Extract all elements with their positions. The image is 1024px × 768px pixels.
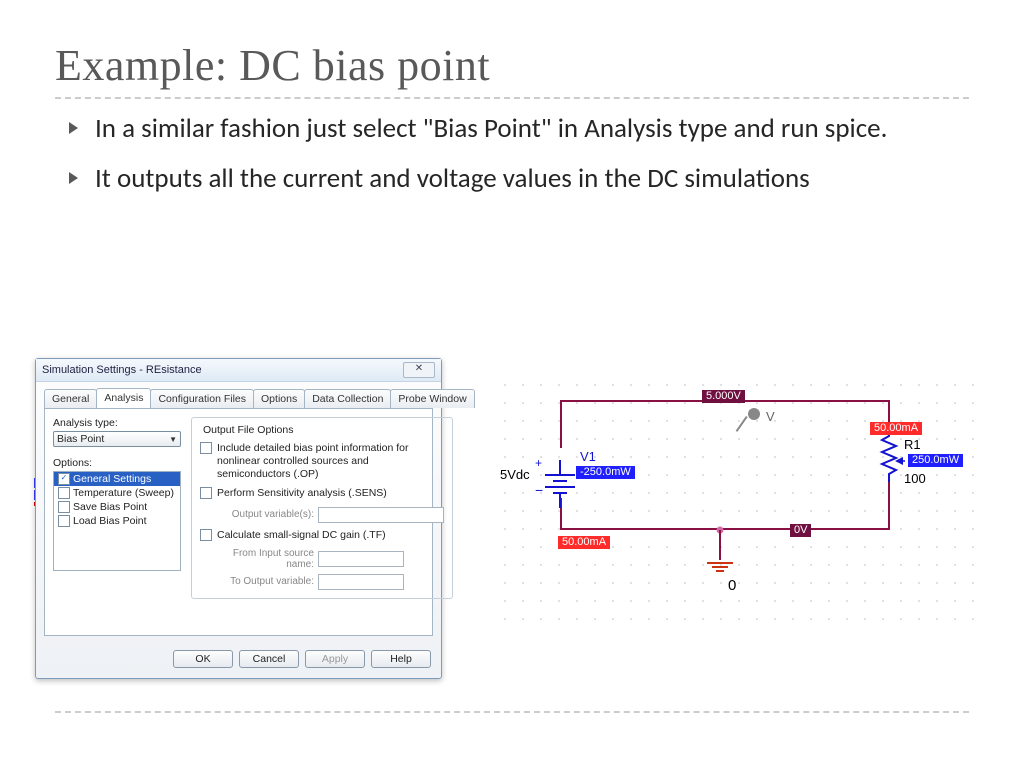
- dialog-titlebar[interactable]: Simulation Settings - REsistance ✕: [36, 359, 441, 382]
- help-button[interactable]: Help: [371, 650, 431, 668]
- options-item-label: Save Bias Point: [73, 501, 147, 513]
- marker-current-top: 50.00mA: [870, 422, 922, 435]
- source-value: 5Vdc: [500, 468, 530, 481]
- options-item-temperature[interactable]: Temperature (Sweep): [54, 486, 180, 500]
- resistor-value: 100: [904, 472, 926, 485]
- ground-label: 0: [728, 578, 736, 593]
- sens-output-label: Output variable(s):: [216, 509, 314, 520]
- tf-to-label: To Output variable:: [216, 576, 314, 587]
- divider-top: [55, 97, 969, 99]
- ground: [707, 530, 733, 572]
- sens-output-input[interactable]: [318, 507, 444, 523]
- output-file-options-group: Output File Options Include detailed bia…: [191, 417, 453, 599]
- simulation-settings-dialog: Simulation Settings - REsistance ✕ Gener…: [35, 358, 442, 679]
- options-item-save-bias[interactable]: Save Bias Point: [54, 500, 180, 514]
- checkbox-icon[interactable]: [58, 515, 70, 527]
- resistor-name: R1: [904, 438, 921, 451]
- minus-icon: −: [535, 482, 543, 498]
- tab-general[interactable]: General: [44, 389, 97, 408]
- divider-bottom: [55, 711, 969, 713]
- options-item-label: Load Bias Point: [73, 515, 147, 527]
- close-button[interactable]: ✕: [403, 362, 435, 378]
- bullet-list: In a similar fashion just select "Bias P…: [69, 111, 969, 198]
- tf-from-label: From Input source name:: [216, 548, 314, 570]
- option-tf-label: Calculate small-signal DC gain (.TF): [217, 529, 444, 542]
- options-item-load-bias[interactable]: Load Bias Point: [54, 514, 180, 528]
- marker-power-source: -250.0mW: [576, 466, 635, 479]
- dialog-buttons: OK Cancel Apply Help: [36, 644, 441, 678]
- plus-icon: +: [535, 456, 542, 470]
- option-op-label: Include detailed bias point information …: [217, 442, 444, 481]
- checkbox-icon[interactable]: [58, 501, 70, 513]
- tf-from-input[interactable]: [318, 551, 404, 567]
- cancel-button[interactable]: Cancel: [239, 650, 299, 668]
- options-listbox[interactable]: General Settings Temperature (Sweep) Sav…: [53, 471, 181, 571]
- dialog-tabs: General Analysis Configuration Files Opt…: [36, 382, 441, 408]
- group-title: Output File Options: [200, 424, 296, 436]
- ok-button[interactable]: OK: [173, 650, 233, 668]
- marker-power-resistor: 250.0mW: [908, 454, 963, 467]
- option-tf[interactable]: Calculate small-signal DC gain (.TF): [200, 529, 444, 542]
- marker-node-voltage-top: 5.000V: [702, 390, 745, 403]
- bullet-item: In a similar fashion just select "Bias P…: [69, 111, 969, 147]
- tab-options[interactable]: Options: [253, 389, 305, 408]
- tf-to-input[interactable]: [318, 574, 404, 590]
- options-item-label: General Settings: [73, 473, 151, 485]
- tab-probe-window[interactable]: Probe Window: [390, 389, 474, 408]
- checkbox-icon[interactable]: [200, 442, 212, 454]
- marker-node-voltage-bottom: 0V: [790, 524, 811, 537]
- apply-button[interactable]: Apply: [305, 650, 365, 668]
- options-item-general-settings[interactable]: General Settings: [54, 472, 180, 486]
- analysis-type-label: Analysis type:: [53, 417, 181, 429]
- tab-data-collection[interactable]: Data Collection: [304, 389, 391, 408]
- tab-configuration-files[interactable]: Configuration Files: [150, 389, 254, 408]
- tab-analysis[interactable]: Analysis: [96, 388, 151, 408]
- checkbox-icon[interactable]: [200, 487, 212, 499]
- analysis-type-combo[interactable]: Bias Point ▼: [53, 431, 181, 447]
- bullet-item: It outputs all the current and voltage v…: [69, 161, 969, 197]
- option-op[interactable]: Include detailed bias point information …: [200, 442, 444, 481]
- analysis-type-value: Bias Point: [57, 433, 104, 445]
- marker-current-bottom: 50.00mA: [558, 536, 610, 549]
- checkbox-icon[interactable]: [58, 487, 70, 499]
- source-name: V1: [580, 450, 596, 463]
- checkbox-icon[interactable]: [200, 529, 212, 541]
- option-sens-label: Perform Sensitivity analysis (.SENS): [217, 487, 444, 500]
- probe-label: V: [766, 410, 775, 423]
- tab-body: Analysis type: Bias Point ▼ Options: Gen…: [44, 408, 433, 636]
- voltage-probe: [748, 408, 760, 420]
- voltage-source: + −: [545, 460, 575, 508]
- options-item-label: Temperature (Sweep): [73, 487, 174, 499]
- checkbox-icon[interactable]: [58, 473, 70, 485]
- dialog-title: Simulation Settings - REsistance: [42, 364, 202, 376]
- options-label: Options:: [53, 457, 181, 469]
- page-title: Example: DC bias point: [55, 40, 969, 91]
- wire: [888, 480, 890, 530]
- wire: [560, 400, 562, 448]
- option-sens[interactable]: Perform Sensitivity analysis (.SENS): [200, 487, 444, 500]
- chevron-down-icon: ▼: [169, 435, 177, 444]
- circuit-diagram: + − 5Vdc V1 R1 100 0 V 5.000V: [490, 370, 990, 630]
